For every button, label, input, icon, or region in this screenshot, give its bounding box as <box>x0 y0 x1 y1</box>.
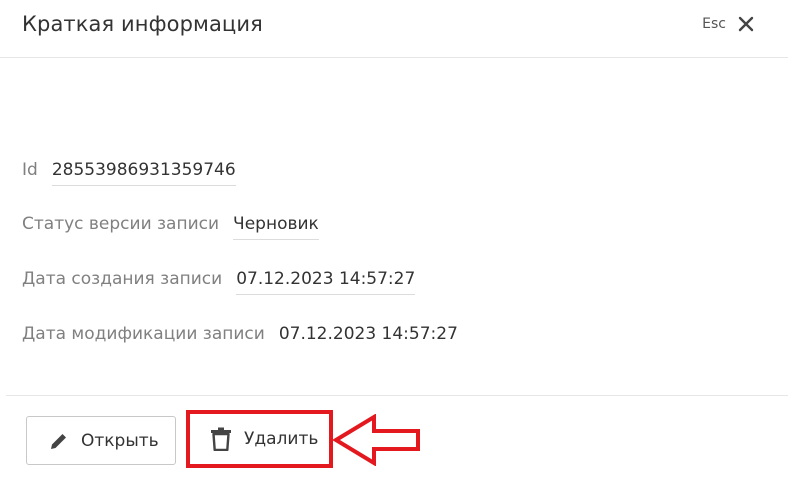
field-id-value[interactable]: 28553986931359746 <box>51 160 236 186</box>
trash-icon <box>211 427 231 451</box>
field-modified-date-value: 07.12.2023 14:57:27 <box>278 324 458 344</box>
field-version-status-label: Статус версии записи <box>22 214 220 234</box>
dialog-header: Краткая информация Esc <box>0 0 788 58</box>
open-button-label: Открыть <box>81 430 159 451</box>
delete-button-label: Удалить <box>244 429 319 449</box>
pencil-icon <box>51 433 66 449</box>
footer-divider <box>6 395 788 396</box>
delete-button[interactable]: Удалить <box>190 414 330 464</box>
arrow-left-icon <box>332 414 420 466</box>
field-created-date-value[interactable]: 07.12.2023 14:57:27 <box>236 269 416 295</box>
field-created-date-label: Дата создания записи <box>22 269 223 289</box>
open-button[interactable]: Открыть <box>26 416 176 465</box>
field-version-status: Статус версии записи Черновик <box>22 214 319 240</box>
dialog-title: Краткая информация <box>22 12 263 36</box>
field-modified-date: Дата модификации записи 07.12.2023 14:57… <box>22 324 458 350</box>
field-modified-date-label: Дата модификации записи <box>22 324 265 344</box>
close-button[interactable]: Esc <box>702 14 756 34</box>
field-version-status-value[interactable]: Черновик <box>233 214 319 240</box>
field-id: Id 28553986931359746 <box>22 160 236 186</box>
field-id-label: Id <box>22 160 38 180</box>
field-created-date: Дата создания записи 07.12.2023 14:57:27 <box>22 269 416 295</box>
close-icon[interactable] <box>736 14 756 34</box>
esc-hint: Esc <box>702 16 726 32</box>
